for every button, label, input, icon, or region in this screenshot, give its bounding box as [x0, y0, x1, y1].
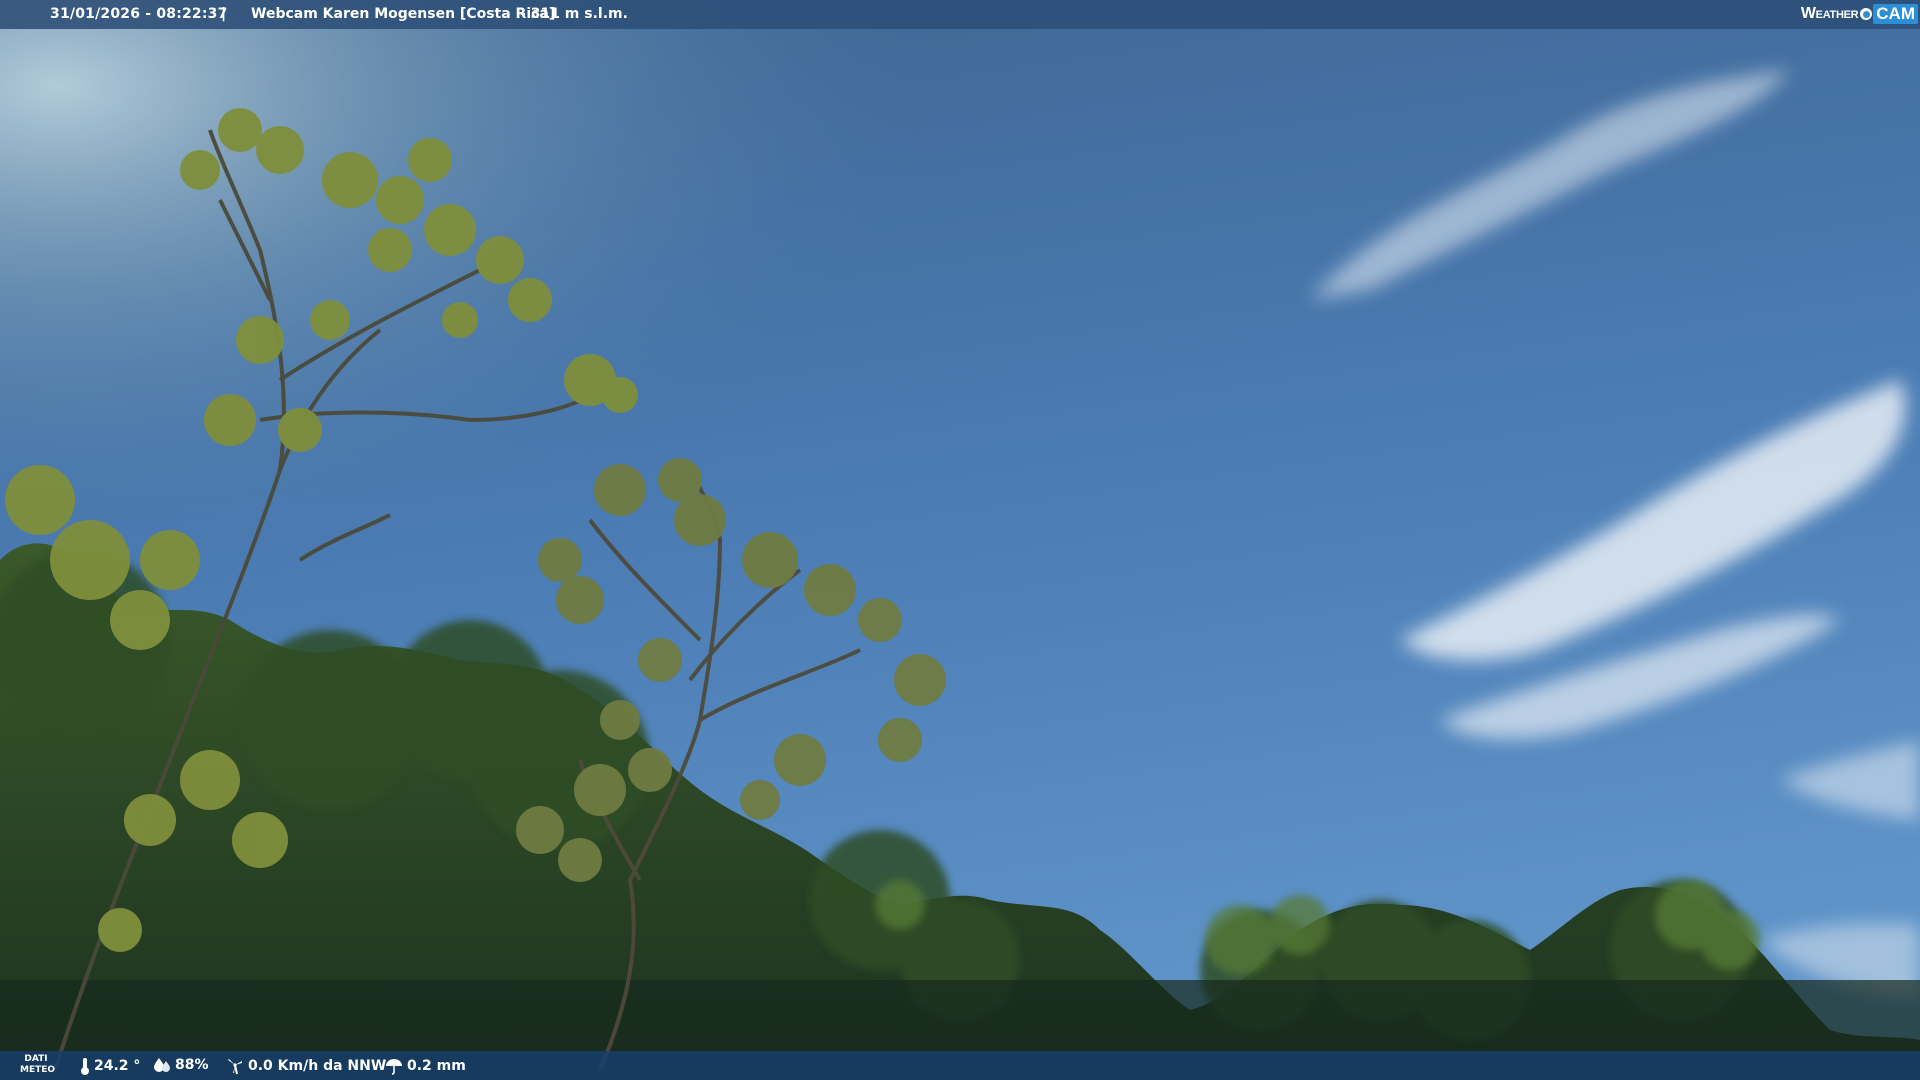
- thermometer-icon: [81, 1058, 89, 1075]
- rain-umbrella-icon: [386, 1059, 402, 1075]
- humidity-reading: 88%: [153, 1057, 209, 1073]
- temperature-value: 24.2 °: [94, 1058, 141, 1074]
- altitude: - 311 m s.l.m.: [520, 6, 628, 22]
- wind-turbine-icon: [228, 1059, 242, 1075]
- rain-reading: 0.2 mm: [385, 1057, 466, 1075]
- humidity-value: 88%: [175, 1057, 209, 1073]
- rain-value: 0.2 mm: [407, 1058, 466, 1074]
- humidity-drop-icon: [154, 1058, 170, 1072]
- camera-title: Webcam Karen Mogensen [Costa Rica]: [251, 6, 556, 22]
- timestamp: 31/01/2026 - 08:22:37: [50, 6, 228, 22]
- temperature-reading: 24.2 °: [80, 1057, 140, 1075]
- weather-data-label-line1: DATI: [24, 1054, 48, 1064]
- weather-data-label-line2: METEO: [20, 1065, 56, 1075]
- logo-weather-text: Weather: [1800, 5, 1859, 22]
- top-info-bar: 31/01/2026 - 08:22:37 | Webcam Karen Mog…: [0, 0, 1920, 29]
- header-separator: |: [221, 6, 227, 22]
- weather-data-label: DATI METEO: [20, 1054, 56, 1076]
- webcam-image: [0, 0, 1920, 1080]
- logo-cam-text: CAM: [1873, 4, 1918, 24]
- weathercam-logo: Weather CAM: [1801, 3, 1918, 25]
- wind-value: 0.0 Km/h da NNW: [248, 1058, 387, 1074]
- weather-data-bar: DATI METEO 24.2 ° 88% 0.0 Km/h da NNW 0.…: [0, 1051, 1920, 1080]
- logo-dot-icon: [1860, 8, 1873, 20]
- wind-reading: 0.0 Km/h da NNW: [226, 1057, 386, 1075]
